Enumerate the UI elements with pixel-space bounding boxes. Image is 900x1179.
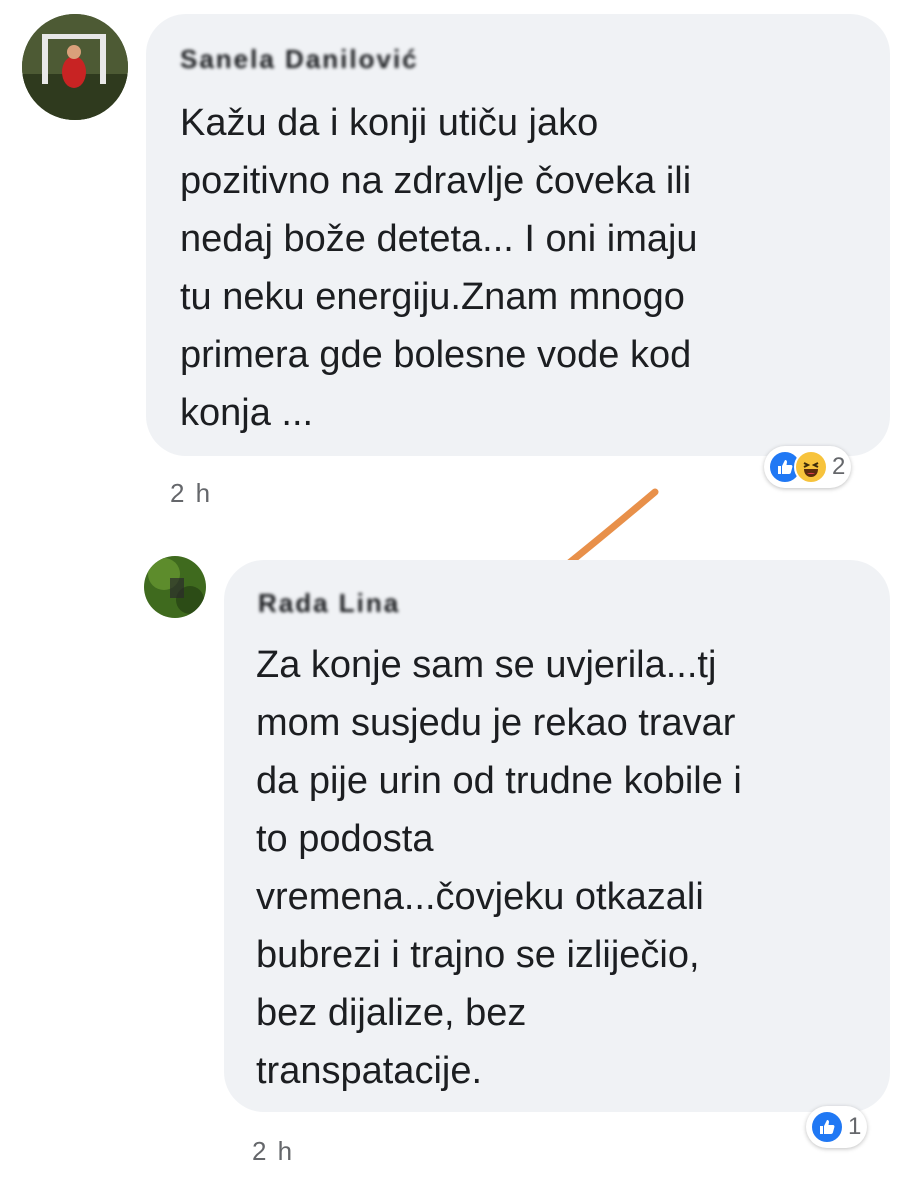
like-icon [810,1110,844,1144]
comment-timestamp[interactable]: 2 h [252,1136,294,1167]
comment-text: Kažu da i konji utiču jako pozitivno na … [180,102,698,434]
avatar[interactable] [144,556,206,618]
reaction-count: 2 [832,453,846,480]
haha-icon [794,450,828,484]
avatar[interactable] [22,14,128,120]
author-name[interactable]: Sanela Danilović [180,44,419,75]
reactions-badge[interactable]: 1 [806,1106,868,1148]
reactions-badge[interactable]: 2 [764,446,852,488]
reaction-count: 1 [848,1113,862,1140]
author-name[interactable]: Rada Lina [258,588,400,619]
comment-timestamp[interactable]: 2 h [170,478,212,509]
comment-text: Za konje sam se uvjerila...tj mom susjed… [256,644,742,1092]
